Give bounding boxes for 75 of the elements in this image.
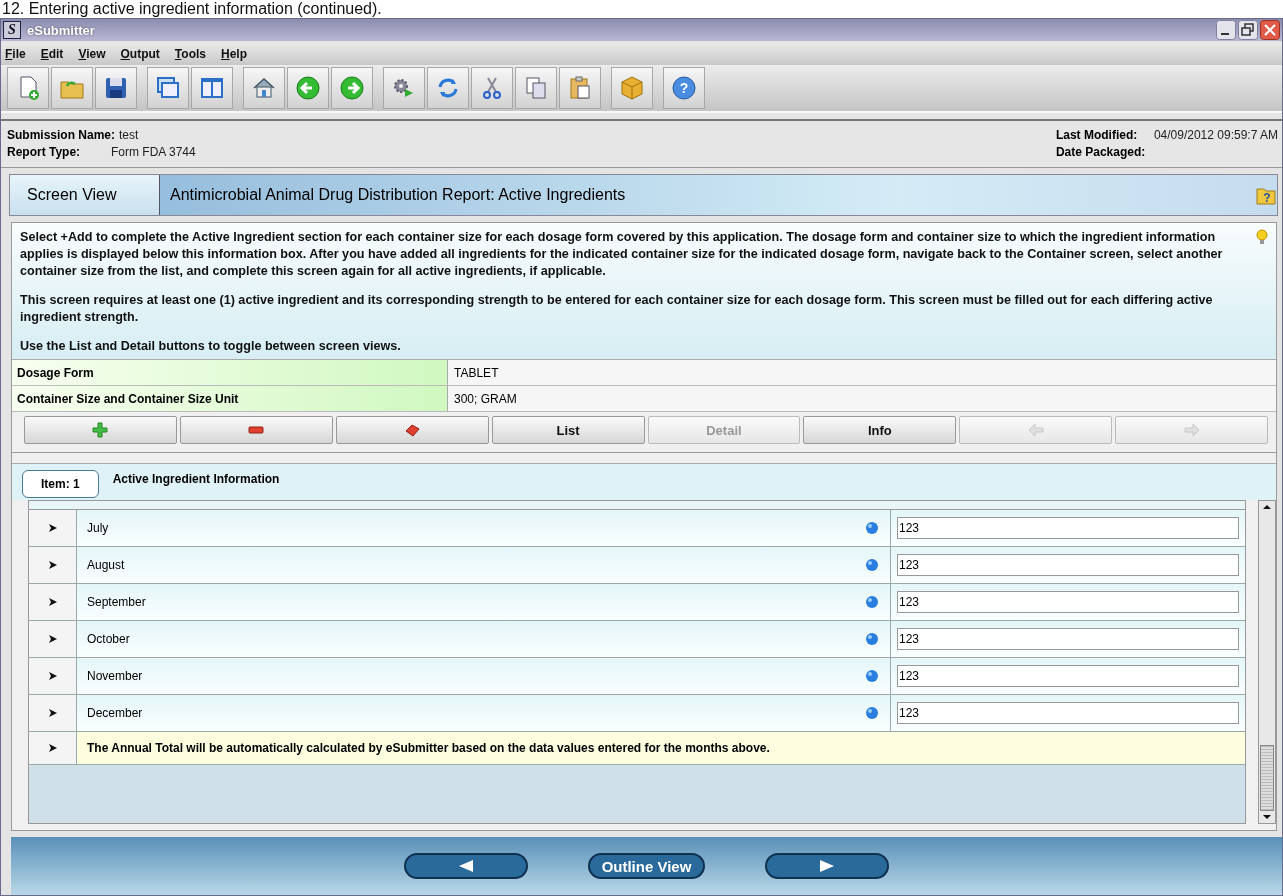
- chevron-icon[interactable]: [48, 598, 57, 606]
- scrollbar[interactable]: [1258, 500, 1276, 824]
- row-label: July: [86, 520, 110, 537]
- field-label: Container Size and Container Size Unit: [12, 386, 448, 411]
- menu-item[interactable]: Edit: [40, 47, 64, 61]
- row-label: December: [86, 705, 144, 722]
- next-button[interactable]: [765, 853, 890, 879]
- instruction-text: Use the List and Detail buttons to toggle between screen views.: [20, 338, 402, 355]
- row-label: October: [86, 631, 131, 648]
- close-button[interactable]: [1260, 20, 1280, 40]
- instruction-text: This screen requires at least one (1) active ingredient and its corresponding strength to be entered for each container size for each dosage form. This screen must be filled out for each differing active ingredient strength.: [20, 292, 1214, 326]
- row-label: August: [86, 557, 126, 574]
- input-field[interactable]: 123: [897, 591, 1239, 613]
- item-tab[interactable]: Item: 1: [22, 470, 99, 498]
- remove-button[interactable]: [179, 416, 333, 444]
- toolbar-button[interactable]: [331, 67, 373, 109]
- eraser-icon: [404, 422, 421, 438]
- previous-button[interactable]: [403, 853, 528, 879]
- instruction-text: Select +Add to complete the Active Ingredient section for each container size for each dosage form covered by this application. The dosage form and container size to which the ingredient information applies is displayed below this information box. After you have added all ingredients for the indicated container size for the indicated dosage form, navigate back to the Container screen, select another container size from the list, and complete this screen again for all active ingredients, if applicable.: [20, 229, 1224, 280]
- input-field[interactable]: 123: [897, 702, 1239, 724]
- toolbar-button[interactable]: Info: [803, 416, 957, 444]
- view-label: Screen View: [10, 175, 160, 215]
- field-label: Submission Name:: [7, 127, 116, 144]
- field-label: Last Modified:: [1055, 127, 1139, 144]
- field-label: Dosage Form: [12, 360, 448, 385]
- row-label: November: [86, 668, 144, 685]
- menu-item[interactable]: Help: [220, 47, 247, 61]
- field-value: Form FDA 3744: [111, 144, 196, 161]
- right-triangle-icon: [819, 859, 836, 873]
- caption-text: 12. Entering active ingredient information (continued).: [1, 0, 382, 18]
- field-label: Report Type:: [7, 144, 82, 161]
- toolbar-button[interactable]: List: [491, 416, 645, 444]
- plus-icon: [92, 422, 109, 438]
- box-icon: [618, 74, 646, 102]
- field-value: 300; GRAM: [448, 386, 1276, 411]
- restore-button[interactable]: [1238, 20, 1258, 40]
- menu-item[interactable]: Tools: [174, 47, 206, 61]
- menu-item[interactable]: View: [78, 47, 106, 61]
- chevron-icon[interactable]: [48, 635, 57, 643]
- item-title: Active Ingredient Information: [112, 472, 280, 486]
- left-arrow-icon: [1027, 422, 1044, 438]
- input-field[interactable]: 123: [897, 665, 1239, 687]
- chevron-icon[interactable]: [48, 709, 57, 717]
- toolbar-button[interactable]: [191, 67, 233, 109]
- chevron-icon[interactable]: [48, 561, 57, 569]
- add-button[interactable]: [24, 416, 177, 444]
- input-field[interactable]: 123: [897, 554, 1239, 576]
- field-value: TABLET: [448, 360, 1276, 385]
- field-value: 04/09/2012 09:59:7 AM: [1153, 127, 1278, 144]
- menu-item[interactable]: Output: [120, 47, 160, 61]
- field-label: Date Packaged:: [1055, 144, 1146, 161]
- row-label: September: [86, 594, 147, 611]
- lightbulb-icon: [1256, 229, 1268, 245]
- minimize-button[interactable]: [1216, 20, 1236, 40]
- right-arrow-icon: [1183, 422, 1200, 438]
- chevron-icon[interactable]: [48, 672, 57, 680]
- delete-button[interactable]: [335, 416, 489, 444]
- toolbar-button[interactable]: [471, 67, 513, 109]
- left-triangle-icon: [457, 859, 474, 873]
- toolbar-button[interactable]: [147, 67, 189, 109]
- help-icon: ?: [670, 74, 698, 102]
- chevron-icon[interactable]: [48, 744, 57, 752]
- chevron-icon[interactable]: [48, 524, 57, 532]
- scroll-thumb[interactable]: [1260, 745, 1274, 811]
- input-field[interactable]: 123: [897, 517, 1239, 539]
- window-title: eSubmitter: [27, 22, 95, 38]
- note-text: The Annual Total will be automatically calculated by eSubmitter based on the data values entered for the months above.: [86, 740, 771, 757]
- toolbar-button[interactable]: [95, 67, 137, 109]
- app-logo-icon: S: [3, 21, 21, 39]
- outline-view-button[interactable]: Outline View: [587, 853, 706, 879]
- field-value: test: [119, 127, 139, 144]
- toolbar-button[interactable]: [287, 67, 329, 109]
- input-field[interactable]: 123: [897, 628, 1239, 650]
- menu-item[interactable]: File: [5, 47, 26, 61]
- section-title: Antimicrobial Animal Drug Distribution Report: Active Ingredients: [169, 186, 627, 204]
